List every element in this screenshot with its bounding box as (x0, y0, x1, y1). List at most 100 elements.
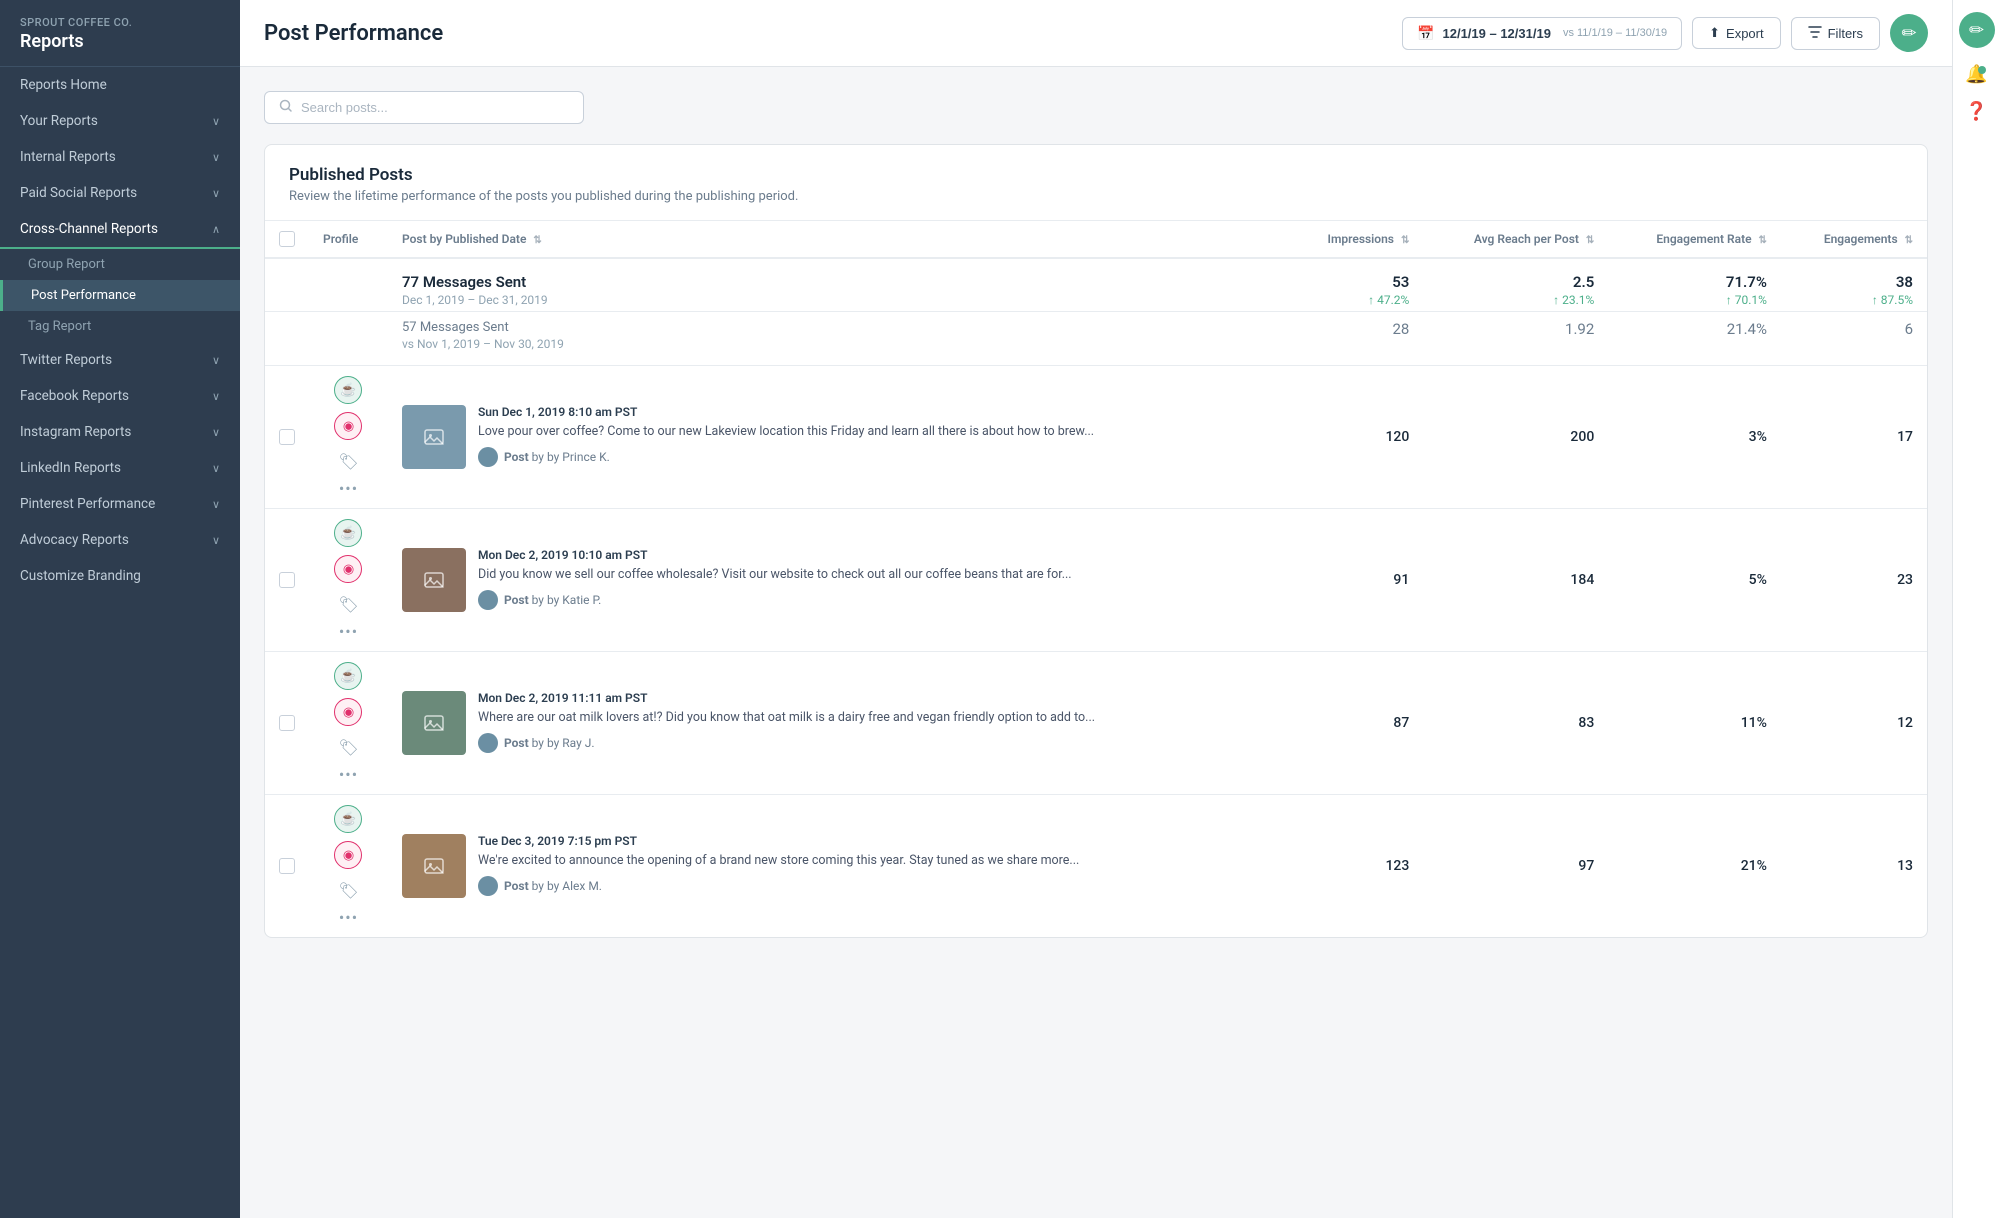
sidebar-item-paid-social[interactable]: Paid Social Reports ∨ (0, 175, 240, 211)
post-author: Post by by Prince K. (478, 447, 1273, 467)
th-avg-reach-label: Avg Reach per Post (1474, 232, 1579, 246)
compose-icon: ✏ (1901, 23, 1916, 44)
th-impressions[interactable]: Impressions ⇅ (1287, 221, 1424, 258)
current-engagement-rate-delta: ↑ 70.1% (1622, 293, 1767, 307)
sidebar-label-instagram: Instagram Reports (20, 424, 131, 440)
sidebar-item-cross-channel[interactable]: Cross-Channel Reports ∧ (0, 211, 240, 249)
chevron-down-icon: ∨ (212, 462, 220, 475)
current-impressions: 53 (1301, 273, 1410, 291)
company-name: Sprout Coffee Co. (20, 16, 220, 29)
more-options-icon[interactable]: ••• (339, 622, 358, 641)
sidebar-label-linkedin: LinkedIn Reports (20, 460, 121, 476)
right-rail: ✏ 🔔 ❓ (1952, 0, 2000, 1218)
author-avatar (478, 733, 498, 753)
tag-icon[interactable]: 🏷 (338, 595, 358, 614)
export-button[interactable]: ⬆ Export (1692, 17, 1780, 49)
sort-icon: ⇅ (1759, 235, 1767, 246)
author-avatar (478, 876, 498, 896)
chevron-down-icon: ∨ (212, 187, 220, 200)
compose-button-rail[interactable]: ✏ (1959, 12, 1995, 48)
published-posts-card: Published Posts Review the lifetime perf… (264, 144, 1928, 938)
post-thumbnail (402, 405, 466, 469)
row-engagements: 12 (1781, 652, 1927, 795)
topbar: Post Performance 📅 12/1/19 – 12/31/19 vs… (240, 0, 1952, 67)
post-date: Mon Dec 2, 2019 11:11 am PST (478, 691, 1273, 705)
sub-label-post-performance: Post Performance (31, 288, 136, 303)
icons-wrap: ☕ ◉ 🏷 ••• (323, 805, 374, 927)
sidebar-item-linkedin[interactable]: LinkedIn Reports ∨ (0, 450, 240, 486)
posts-table: Profile Post by Published Date ⇅ Impress… (265, 221, 1927, 937)
th-post-date[interactable]: Post by Published Date ⇅ (388, 221, 1287, 258)
row-content-cell: Mon Dec 2, 2019 10:10 am PST Did you kno… (388, 509, 1287, 652)
tag-icon[interactable]: 🏷 (338, 452, 358, 471)
more-options-icon[interactable]: ••• (339, 908, 358, 927)
sidebar-label-advocacy: Advocacy Reports (20, 532, 129, 548)
post-meta: Mon Dec 2, 2019 11:11 am PST Where are o… (478, 691, 1273, 753)
th-engagements[interactable]: Engagements ⇅ (1781, 221, 1927, 258)
filters-button[interactable]: Filters (1791, 17, 1880, 50)
row-checkbox[interactable] (279, 858, 295, 874)
sidebar-item-reports-home[interactable]: Reports Home (0, 67, 240, 103)
more-options-icon[interactable]: ••• (339, 479, 358, 498)
sidebar-item-facebook[interactable]: Facebook Reports ∨ (0, 378, 240, 414)
row-content-cell: Mon Dec 2, 2019 11:11 am PST Where are o… (388, 652, 1287, 795)
chevron-down-icon: ∨ (212, 354, 220, 367)
date-range-button[interactable]: 📅 12/1/19 – 12/31/19 vs 11/1/19 – 11/30/… (1402, 17, 1682, 50)
summary-current-date: Dec 1, 2019 – Dec 31, 2019 (402, 293, 1273, 307)
row-checkbox[interactable] (279, 429, 295, 445)
sidebar-item-pinterest[interactable]: Pinterest Performance ∨ (0, 486, 240, 522)
current-engagements-delta: ↑ 87.5% (1795, 293, 1913, 307)
sidebar-item-twitter[interactable]: Twitter Reports ∨ (0, 342, 240, 378)
help-button[interactable]: ❓ (1965, 101, 1987, 122)
th-engagement-rate-label: Engagement Rate (1656, 232, 1751, 246)
current-engagement-rate: 71.7% (1622, 273, 1767, 291)
row-engagement-rate: 5% (1608, 509, 1781, 652)
sidebar-sub-post-performance[interactable]: Post Performance (0, 280, 240, 311)
sidebar-item-internal-reports[interactable]: Internal Reports ∨ (0, 139, 240, 175)
row-avg-reach: 83 (1423, 652, 1608, 795)
row-content-cell: Tue Dec 3, 2019 7:15 pm PST We're excite… (388, 795, 1287, 938)
post-author: Post by by Alex M. (478, 876, 1273, 896)
current-avg-reach: 2.5 (1437, 273, 1594, 291)
tag-icon[interactable]: 🏷 (338, 881, 358, 900)
coffee-icon: ☕ (334, 662, 362, 690)
more-options-icon[interactable]: ••• (339, 765, 358, 784)
row-checkbox[interactable] (279, 572, 295, 588)
sidebar-item-your-reports[interactable]: Your Reports ∨ (0, 103, 240, 139)
sidebar-item-customize-branding[interactable]: Customize Branding (0, 558, 240, 594)
row-checkbox[interactable] (279, 715, 295, 731)
current-engagements: 38 (1795, 273, 1913, 291)
sidebar-label-internal-reports: Internal Reports (20, 149, 116, 165)
row-checkbox-cell (265, 366, 309, 509)
search-input[interactable] (301, 92, 569, 123)
chevron-down-icon: ∨ (212, 426, 220, 439)
topbar-actions: 📅 12/1/19 – 12/31/19 vs 11/1/19 – 11/30/… (1402, 14, 1928, 52)
page-title: Post Performance (264, 21, 443, 46)
row-checkbox-cell (265, 509, 309, 652)
sidebar-label-paid-social: Paid Social Reports (20, 185, 137, 201)
table-row: ☕ ◉ 🏷 ••• Mon Dec 2, 2019 10:10 am PST D… (265, 509, 1927, 652)
content-area: Published Posts Review the lifetime perf… (240, 67, 1952, 1218)
post-author: Post by by Katie P. (478, 590, 1273, 610)
summary-row-current: 77 Messages Sent Dec 1, 2019 – Dec 31, 2… (265, 258, 1927, 312)
sidebar-sub-group-report[interactable]: Group Report (0, 249, 240, 280)
sidebar-label-pinterest: Pinterest Performance (20, 496, 155, 512)
chevron-down-icon: ∨ (212, 498, 220, 511)
compose-button[interactable]: ✏ (1890, 14, 1928, 52)
post-text: Where are our oat milk lovers at!? Did y… (478, 709, 1273, 727)
th-avg-reach[interactable]: Avg Reach per Post ⇅ (1423, 221, 1608, 258)
search-input-wrap (264, 91, 584, 124)
sidebar-sub-tag-report[interactable]: Tag Report (0, 311, 240, 342)
th-engagement-rate[interactable]: Engagement Rate ⇅ (1608, 221, 1781, 258)
tag-icon[interactable]: 🏷 (338, 738, 358, 757)
select-all-checkbox[interactable] (279, 231, 295, 247)
post-content: Mon Dec 2, 2019 11:11 am PST Where are o… (402, 691, 1273, 755)
post-content: Sun Dec 1, 2019 8:10 am PST Love pour ov… (402, 405, 1273, 469)
sidebar-item-advocacy[interactable]: Advocacy Reports ∨ (0, 522, 240, 558)
row-engagements: 13 (1781, 795, 1927, 938)
notification-dot (1978, 66, 1986, 74)
sidebar-item-instagram[interactable]: Instagram Reports ∨ (0, 414, 240, 450)
table-row: ☕ ◉ 🏷 ••• Tue Dec 3, 2019 7:15 pm PST We… (265, 795, 1927, 938)
coffee-icon: ☕ (334, 376, 362, 404)
row-impressions: 91 (1287, 509, 1424, 652)
